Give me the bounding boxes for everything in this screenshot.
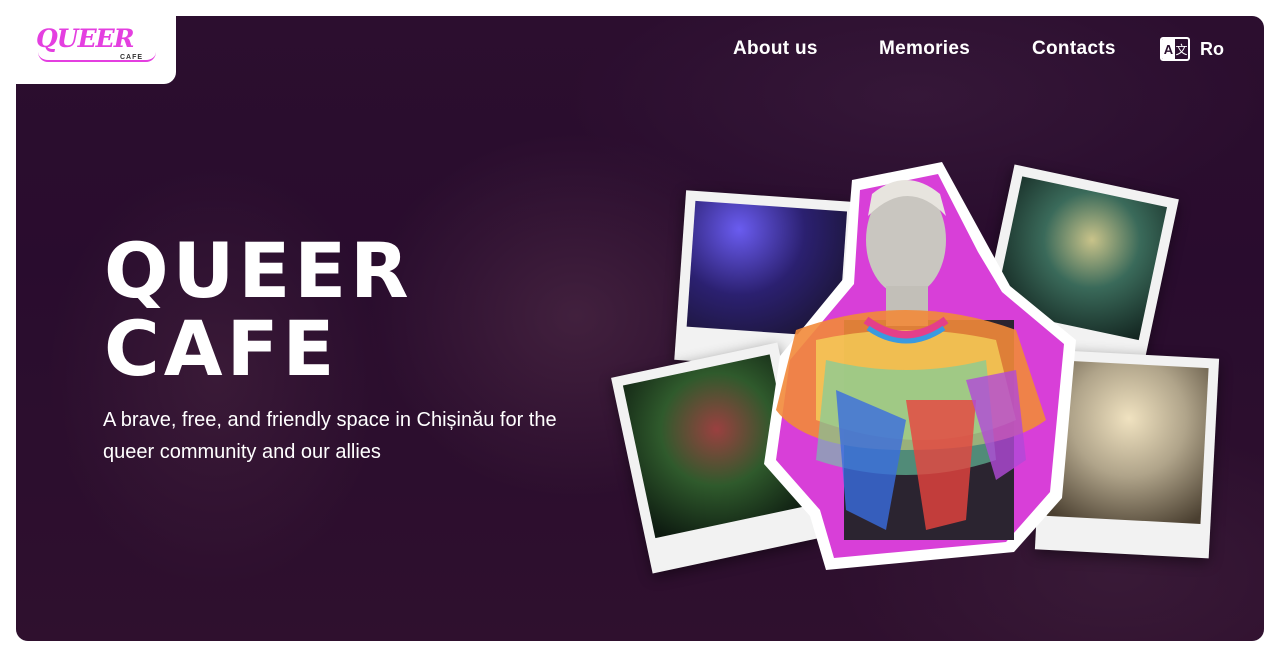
logo-wordmark: QUEER <box>36 24 134 53</box>
nav-memories[interactable]: Memories <box>879 38 970 60</box>
hero-title-line2: CAFE <box>104 304 339 393</box>
hero-title-line1: QUEER <box>104 226 413 315</box>
language-switcher[interactable]: A 文 Ro <box>1160 37 1224 61</box>
mannequin-cutout <box>764 162 1076 570</box>
hero-title: QUEER CAFE <box>104 232 413 388</box>
hero-tagline: A brave, free, and friendly space in Chi… <box>103 409 557 463</box>
nav-contacts[interactable]: Contacts <box>1032 38 1116 60</box>
nav-about-us[interactable]: About us <box>733 38 818 60</box>
logo-subtext: CAFE <box>120 54 144 61</box>
translate-icon: A 文 <box>1160 37 1190 61</box>
language-label: Ro <box>1200 38 1224 59</box>
logo[interactable]: QUEER CAFE <box>36 24 158 68</box>
